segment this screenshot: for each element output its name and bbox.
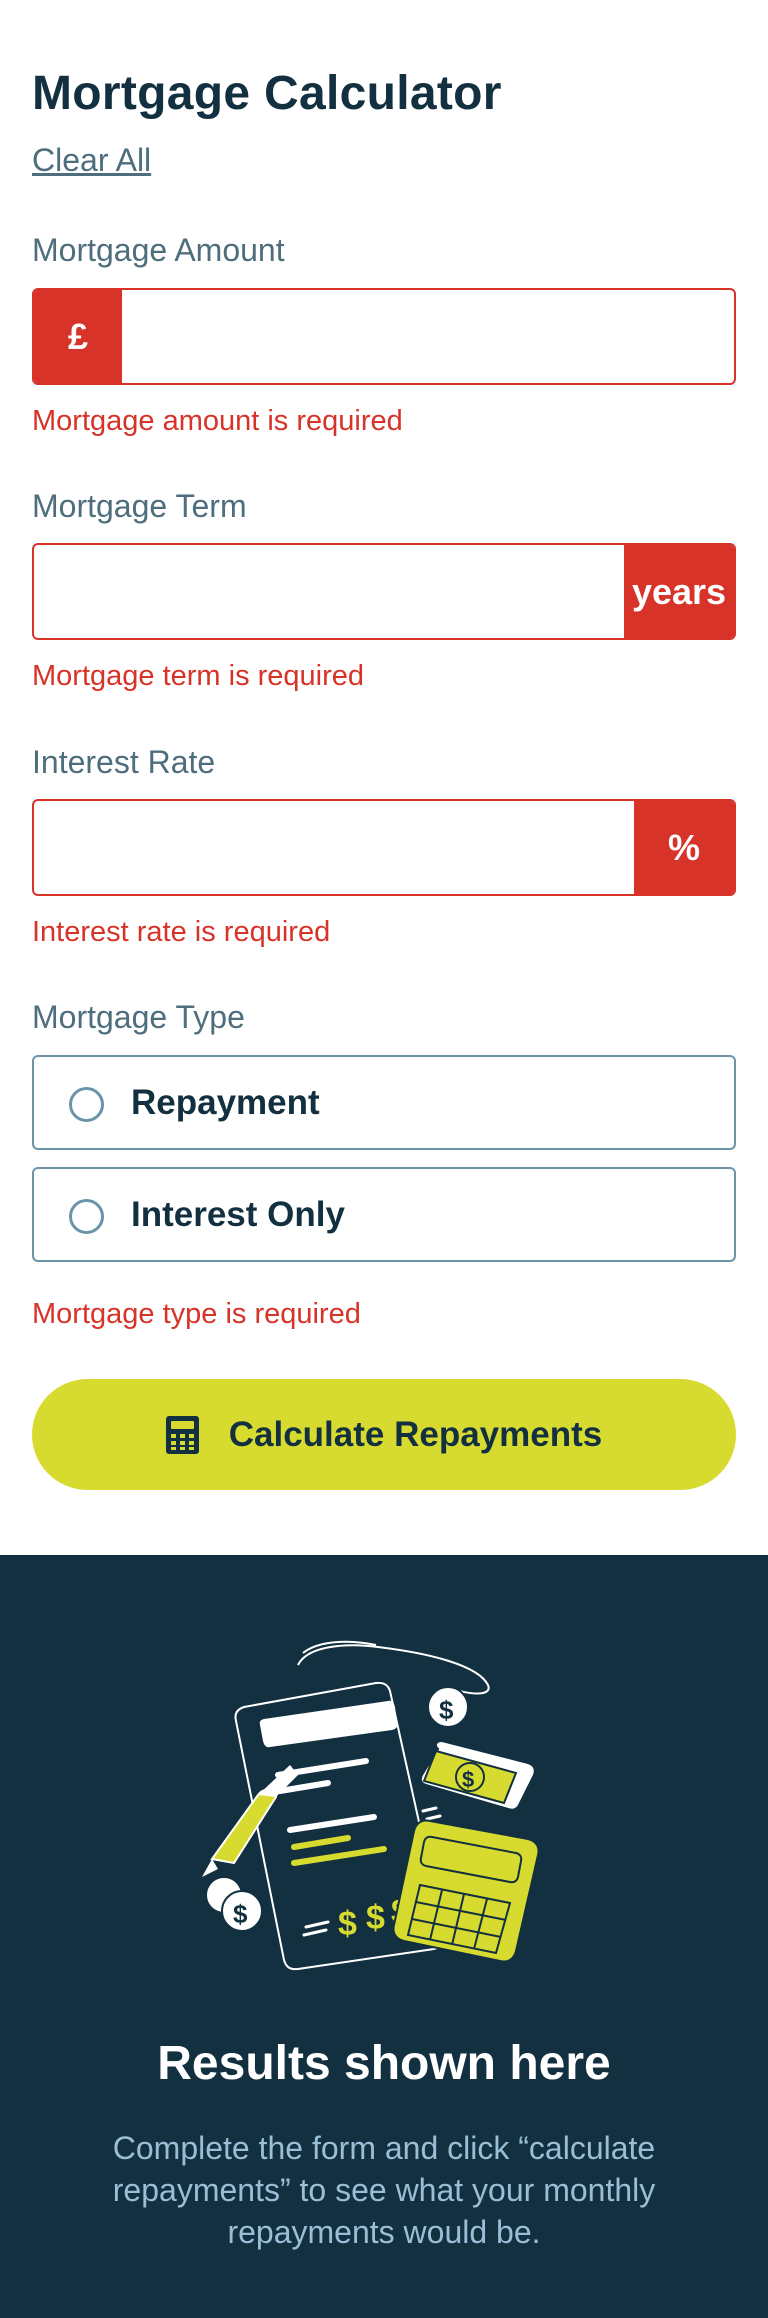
interest-rate-field: % <box>32 799 736 896</box>
page-title: Mortgage Calculator <box>32 67 502 120</box>
svg-text:$: $ <box>366 1899 385 1937</box>
clear-all-link[interactable]: Clear All <box>32 142 151 179</box>
mortgage-amount-label: Mortgage Amount <box>32 232 285 268</box>
mortgage-term-input[interactable] <box>34 545 624 638</box>
mortgage-term-field: years <box>32 543 736 640</box>
mortgage-type-label: Mortgage Type <box>32 999 245 1035</box>
radio-circle-icon[interactable] <box>69 1199 104 1234</box>
interest-only-option-label: Interest Only <box>131 1195 345 1234</box>
mortgage-amount-field: £ <box>32 288 736 385</box>
svg-text:$: $ <box>462 1767 474 1792</box>
mortgage-form: Mortgage Calculator Clear All Mortgage A… <box>0 0 768 1555</box>
interest-rate-label: Interest Rate <box>32 744 216 780</box>
mortgage-type-error: Mortgage type is required <box>32 1298 361 1330</box>
currency-prefix: £ <box>34 290 122 383</box>
radio-circle-icon[interactable] <box>69 1087 104 1122</box>
svg-text:$: $ <box>233 1899 248 1929</box>
calculator-icon <box>165 1415 199 1454</box>
mortgage-term-error: Mortgage term is required <box>32 660 365 692</box>
interest-only-option[interactable]: Interest Only <box>32 1167 736 1262</box>
calculate-repayments-label: Calculate Repayments <box>228 1414 603 1454</box>
interest-rate-error: Interest rate is required <box>32 916 331 948</box>
results-panel: $ $ $ $ $ $ Results shown here Complete … <box>0 1555 768 2318</box>
svg-text:$: $ <box>338 1905 357 1943</box>
results-title: Results shown here <box>157 2037 611 2090</box>
calculate-repayments-button[interactable]: Calculate Repayments <box>32 1379 736 1490</box>
repayment-option-label: Repayment <box>131 1083 320 1122</box>
interest-rate-input[interactable] <box>34 801 666 894</box>
svg-text:$: $ <box>439 1695 454 1725</box>
results-description: Complete the form and click “calculate r… <box>112 2130 656 2250</box>
years-suffix: years <box>624 545 734 638</box>
empty-results-illustration: $ $ $ $ $ $ <box>202 1640 540 1971</box>
repayment-option[interactable]: Repayment <box>32 1055 736 1150</box>
percent-suffix: % <box>634 801 734 894</box>
mortgage-term-label: Mortgage Term <box>32 488 247 524</box>
mortgage-amount-error: Mortgage amount is required <box>32 405 403 437</box>
mortgage-amount-input[interactable] <box>122 290 734 383</box>
